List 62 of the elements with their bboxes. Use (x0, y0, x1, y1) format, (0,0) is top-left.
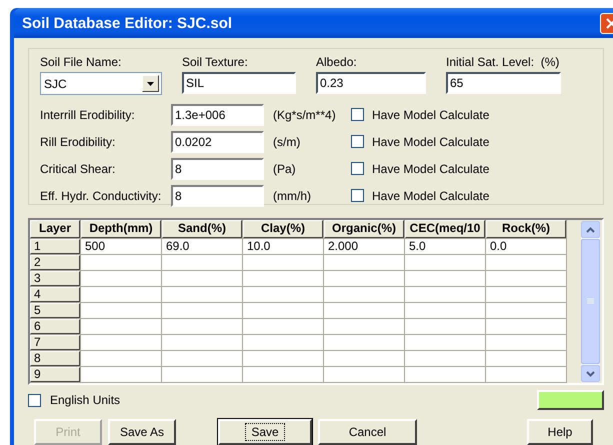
input-field[interactable]: SIL (182, 72, 296, 94)
column-header[interactable]: Clay(%) (243, 220, 323, 238)
input-field[interactable]: 1.3e+006 (171, 104, 264, 126)
field-label: Initial Sat. Level: (%) (446, 55, 560, 69)
scroll-up-icon[interactable] (581, 221, 600, 238)
scroll-thumb[interactable] (581, 239, 600, 364)
checkbox[interactable] (351, 135, 364, 148)
checkbox-label: Have Model Calculate (372, 188, 490, 202)
scroll-down-icon[interactable] (581, 365, 600, 382)
field-label: Albedo: (316, 55, 358, 69)
row-header[interactable]: 4 (30, 287, 80, 302)
unit-label: (Pa) (273, 162, 297, 176)
checkbox[interactable] (28, 394, 41, 406)
unit-label: (Kg*s/m**4) (273, 108, 337, 122)
unit-label: (mm/h) (273, 188, 312, 202)
table-cell: 0.0 (486, 239, 566, 254)
input-field[interactable]: 8 (171, 184, 264, 206)
dialog-button[interactable]: Cancel (318, 419, 417, 445)
column-header[interactable]: Layer (30, 220, 80, 238)
column-header[interactable]: Rock(%) (486, 220, 566, 238)
input-field[interactable]: 0.23 (316, 72, 426, 94)
dropdown[interactable]: SJC (40, 72, 162, 95)
column-header[interactable]: Sand(%) (162, 220, 242, 238)
checkbox-label: Have Model Calculate (372, 108, 490, 122)
input-field[interactable]: 65 (446, 72, 561, 94)
table-cell: 500 (81, 239, 161, 254)
row-header[interactable]: 2 (30, 255, 80, 270)
row-header[interactable]: 9 (30, 367, 80, 382)
dialog-button[interactable]: Save As (108, 419, 176, 445)
table-cell: 2.000 (324, 239, 404, 254)
field-label: Eff. Hydr. Conductivity: (40, 188, 162, 202)
column-header[interactable]: Organic(%) (324, 220, 404, 238)
column-header[interactable]: CEC(meq/10 (405, 220, 485, 238)
field-label: Rill Erodibility: (40, 134, 116, 148)
row-header[interactable]: 1 (30, 239, 80, 254)
table-cell: 69.0 (162, 239, 242, 254)
dialog-button[interactable]: Help (527, 419, 593, 445)
row-header[interactable]: 3 (30, 271, 80, 286)
checkbox[interactable] (351, 108, 364, 121)
row-header[interactable]: 6 (30, 319, 80, 334)
input-field[interactable]: 0.0202 (171, 130, 264, 152)
checkbox[interactable] (351, 162, 364, 175)
field-label: Critical Shear: (40, 162, 116, 176)
row-header[interactable]: 5 (30, 303, 80, 318)
row-header[interactable]: 8 (30, 351, 80, 366)
field-label: Interrill Erodibility: (40, 108, 136, 122)
column-header[interactable]: Depth(mm) (81, 220, 161, 238)
checkbox[interactable] (351, 189, 364, 202)
scrollbar[interactable] (581, 221, 600, 382)
table-cell: 5.0 (405, 239, 485, 254)
field-label: Soil File Name: (40, 55, 122, 69)
input-field[interactable]: 8 (171, 158, 264, 180)
field-label: Soil Texture: (182, 55, 249, 69)
unit-label: (s/m) (273, 134, 302, 148)
row-header[interactable]: 7 (30, 335, 80, 350)
caret-icon[interactable] (142, 75, 159, 92)
checkbox-label: English Units (50, 393, 120, 407)
dialog-button[interactable]: Save (218, 419, 312, 445)
table-cell: 10.0 (243, 239, 323, 254)
checkbox-label: Have Model Calculate (372, 134, 490, 148)
checkbox-label: Have Model Calculate (372, 162, 490, 176)
window-title: Soil Database Editor: SJC.sol (22, 14, 234, 32)
